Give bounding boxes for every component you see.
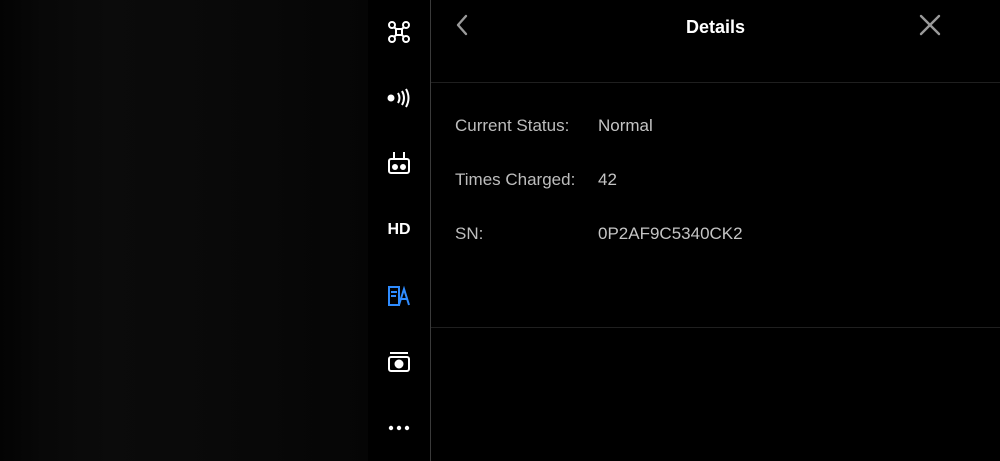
section-divider — [431, 327, 1000, 328]
drone-icon — [387, 20, 411, 44]
settings-rail: HD — [368, 0, 430, 461]
detail-value: 42 — [598, 170, 617, 189]
detail-label: Times Charged: — [455, 170, 576, 189]
camera-icon — [387, 350, 411, 374]
remote-controller-icon — [387, 151, 411, 177]
rail-item-more[interactable] — [368, 406, 430, 450]
details-panel: Details Current Status: Normal Times Cha… — [431, 0, 1000, 461]
panel-header: Details — [431, 0, 1000, 82]
rail-item-sensors[interactable] — [368, 76, 430, 120]
more-icon — [387, 424, 411, 432]
header-divider — [431, 82, 1000, 83]
detail-label: SN: — [455, 224, 484, 243]
detail-row-times-charged: Times Charged: 42 — [455, 168, 975, 192]
rail-item-hd[interactable]: HD — [368, 208, 430, 252]
detail-row-sn: SN: 0P2AF9C5340CK2 — [455, 222, 975, 246]
hd-icon: HD — [387, 221, 411, 238]
rail-item-camera[interactable] — [368, 340, 430, 384]
detail-row-status: Current Status: Normal — [455, 114, 975, 138]
detail-value: Normal — [598, 116, 653, 135]
app-screen: HD Details Current Status: Normal Times … — [0, 0, 1000, 461]
rail-item-battery[interactable] — [368, 274, 430, 318]
camera-view[interactable] — [0, 0, 368, 461]
rail-item-remote-controller[interactable] — [368, 142, 430, 186]
signal-icon — [386, 88, 412, 108]
detail-label: Current Status: — [455, 116, 570, 135]
detail-value: 0P2AF9C5340CK2 — [598, 224, 743, 243]
rail-item-aircraft[interactable] — [368, 10, 430, 54]
close-button[interactable] — [913, 10, 947, 44]
battery-icon — [387, 284, 411, 308]
close-icon — [918, 13, 942, 42]
